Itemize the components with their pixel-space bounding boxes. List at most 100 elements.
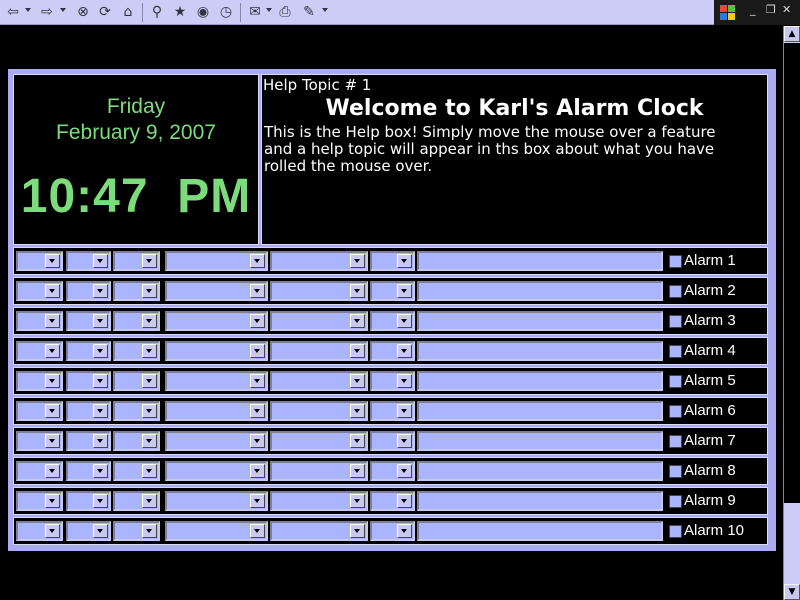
close-icon[interactable]: ✕ <box>782 3 791 16</box>
alarm-select-2[interactable] <box>66 251 111 271</box>
alarm-message-input[interactable] <box>417 521 663 541</box>
alarm-select-2[interactable] <box>66 491 111 511</box>
forward-dropdown-icon[interactable] <box>60 8 66 12</box>
alarm-select-5[interactable] <box>270 521 368 541</box>
chevron-down-icon[interactable] <box>397 314 412 328</box>
alarm-select-2[interactable] <box>66 401 111 421</box>
chevron-down-icon[interactable] <box>142 494 157 508</box>
alarm-select-6[interactable] <box>370 521 415 541</box>
refresh-icon[interactable]: ⟳ <box>96 3 114 21</box>
chevron-down-icon[interactable] <box>250 434 265 448</box>
chevron-down-icon[interactable] <box>350 254 365 268</box>
restore-icon[interactable]: ❐ <box>766 3 776 16</box>
alarm-select-2[interactable] <box>66 461 111 481</box>
alarm-select-1[interactable] <box>16 521 63 541</box>
chevron-down-icon[interactable] <box>250 494 265 508</box>
chevron-down-icon[interactable] <box>350 284 365 298</box>
edit-dropdown-icon[interactable] <box>322 8 328 12</box>
alarm-select-5[interactable] <box>270 431 368 451</box>
alarm-select-2[interactable] <box>66 341 111 361</box>
chevron-down-icon[interactable] <box>45 524 60 538</box>
alarm-select-2[interactable] <box>66 371 111 391</box>
chevron-down-icon[interactable] <box>142 284 157 298</box>
alarm-select-6[interactable] <box>370 431 415 451</box>
chevron-down-icon[interactable] <box>142 434 157 448</box>
back-icon[interactable]: ⇦ <box>4 3 22 21</box>
alarm-select-5[interactable] <box>270 461 368 481</box>
alarm-checkbox[interactable] <box>669 405 682 418</box>
alarm-select-4[interactable] <box>165 371 268 391</box>
alarm-select-6[interactable] <box>370 371 415 391</box>
alarm-select-5[interactable] <box>270 311 368 331</box>
chevron-down-icon[interactable] <box>142 314 157 328</box>
alarm-checkbox[interactable] <box>669 375 682 388</box>
alarm-select-3[interactable] <box>113 461 160 481</box>
chevron-down-icon[interactable] <box>350 494 365 508</box>
alarm-message-input[interactable] <box>417 491 663 511</box>
alarm-select-5[interactable] <box>270 251 368 271</box>
alarm-select-1[interactable] <box>16 251 63 271</box>
alarm-select-6[interactable] <box>370 251 415 271</box>
search-icon[interactable]: ⚲ <box>148 3 166 21</box>
chevron-down-icon[interactable] <box>142 464 157 478</box>
chevron-down-icon[interactable] <box>250 254 265 268</box>
alarm-select-4[interactable] <box>165 311 268 331</box>
chevron-down-icon[interactable] <box>397 524 412 538</box>
alarm-select-1[interactable] <box>16 311 63 331</box>
chevron-down-icon[interactable] <box>93 494 108 508</box>
chevron-down-icon[interactable] <box>350 524 365 538</box>
chevron-down-icon[interactable] <box>397 284 412 298</box>
chevron-down-icon[interactable] <box>93 374 108 388</box>
alarm-select-4[interactable] <box>165 401 268 421</box>
alarm-select-3[interactable] <box>113 521 160 541</box>
chevron-down-icon[interactable] <box>142 404 157 418</box>
alarm-select-3[interactable] <box>113 371 160 391</box>
alarm-select-1[interactable] <box>16 461 63 481</box>
alarm-message-input[interactable] <box>417 431 663 451</box>
alarm-select-3[interactable] <box>113 311 160 331</box>
chevron-down-icon[interactable] <box>45 344 60 358</box>
chevron-down-icon[interactable] <box>250 374 265 388</box>
alarm-select-3[interactable] <box>113 251 160 271</box>
alarm-select-2[interactable] <box>66 431 111 451</box>
alarm-select-4[interactable] <box>165 341 268 361</box>
chevron-down-icon[interactable] <box>250 524 265 538</box>
alarm-select-3[interactable] <box>113 341 160 361</box>
home-icon[interactable]: ⌂ <box>119 3 137 21</box>
alarm-select-2[interactable] <box>66 521 111 541</box>
chevron-down-icon[interactable] <box>45 254 60 268</box>
scroll-thumb[interactable] <box>784 43 800 503</box>
alarm-select-1[interactable] <box>16 431 63 451</box>
alarm-select-1[interactable] <box>16 281 63 301</box>
media-icon[interactable]: ◉ <box>194 3 212 21</box>
chevron-down-icon[interactable] <box>93 284 108 298</box>
mail-dropdown-icon[interactable] <box>266 8 272 12</box>
chevron-down-icon[interactable] <box>142 254 157 268</box>
chevron-down-icon[interactable] <box>397 494 412 508</box>
alarm-select-4[interactable] <box>165 251 268 271</box>
alarm-select-5[interactable] <box>270 281 368 301</box>
chevron-down-icon[interactable] <box>142 524 157 538</box>
chevron-down-icon[interactable] <box>250 464 265 478</box>
alarm-select-6[interactable] <box>370 281 415 301</box>
alarm-select-5[interactable] <box>270 341 368 361</box>
edit-icon[interactable]: ✎ <box>300 3 318 21</box>
alarm-select-5[interactable] <box>270 491 368 511</box>
chevron-down-icon[interactable] <box>142 344 157 358</box>
alarm-message-input[interactable] <box>417 401 663 421</box>
chevron-down-icon[interactable] <box>45 494 60 508</box>
alarm-checkbox[interactable] <box>669 345 682 358</box>
chevron-down-icon[interactable] <box>350 374 365 388</box>
alarm-select-4[interactable] <box>165 281 268 301</box>
alarm-select-1[interactable] <box>16 341 63 361</box>
chevron-down-icon[interactable] <box>350 434 365 448</box>
chevron-down-icon[interactable] <box>142 374 157 388</box>
alarm-message-input[interactable] <box>417 311 663 331</box>
minimize-icon[interactable]: _ <box>750 3 756 16</box>
chevron-down-icon[interactable] <box>45 374 60 388</box>
alarm-select-1[interactable] <box>16 491 63 511</box>
alarm-select-3[interactable] <box>113 281 160 301</box>
chevron-down-icon[interactable] <box>250 284 265 298</box>
chevron-down-icon[interactable] <box>250 404 265 418</box>
alarm-checkbox[interactable] <box>669 525 682 538</box>
